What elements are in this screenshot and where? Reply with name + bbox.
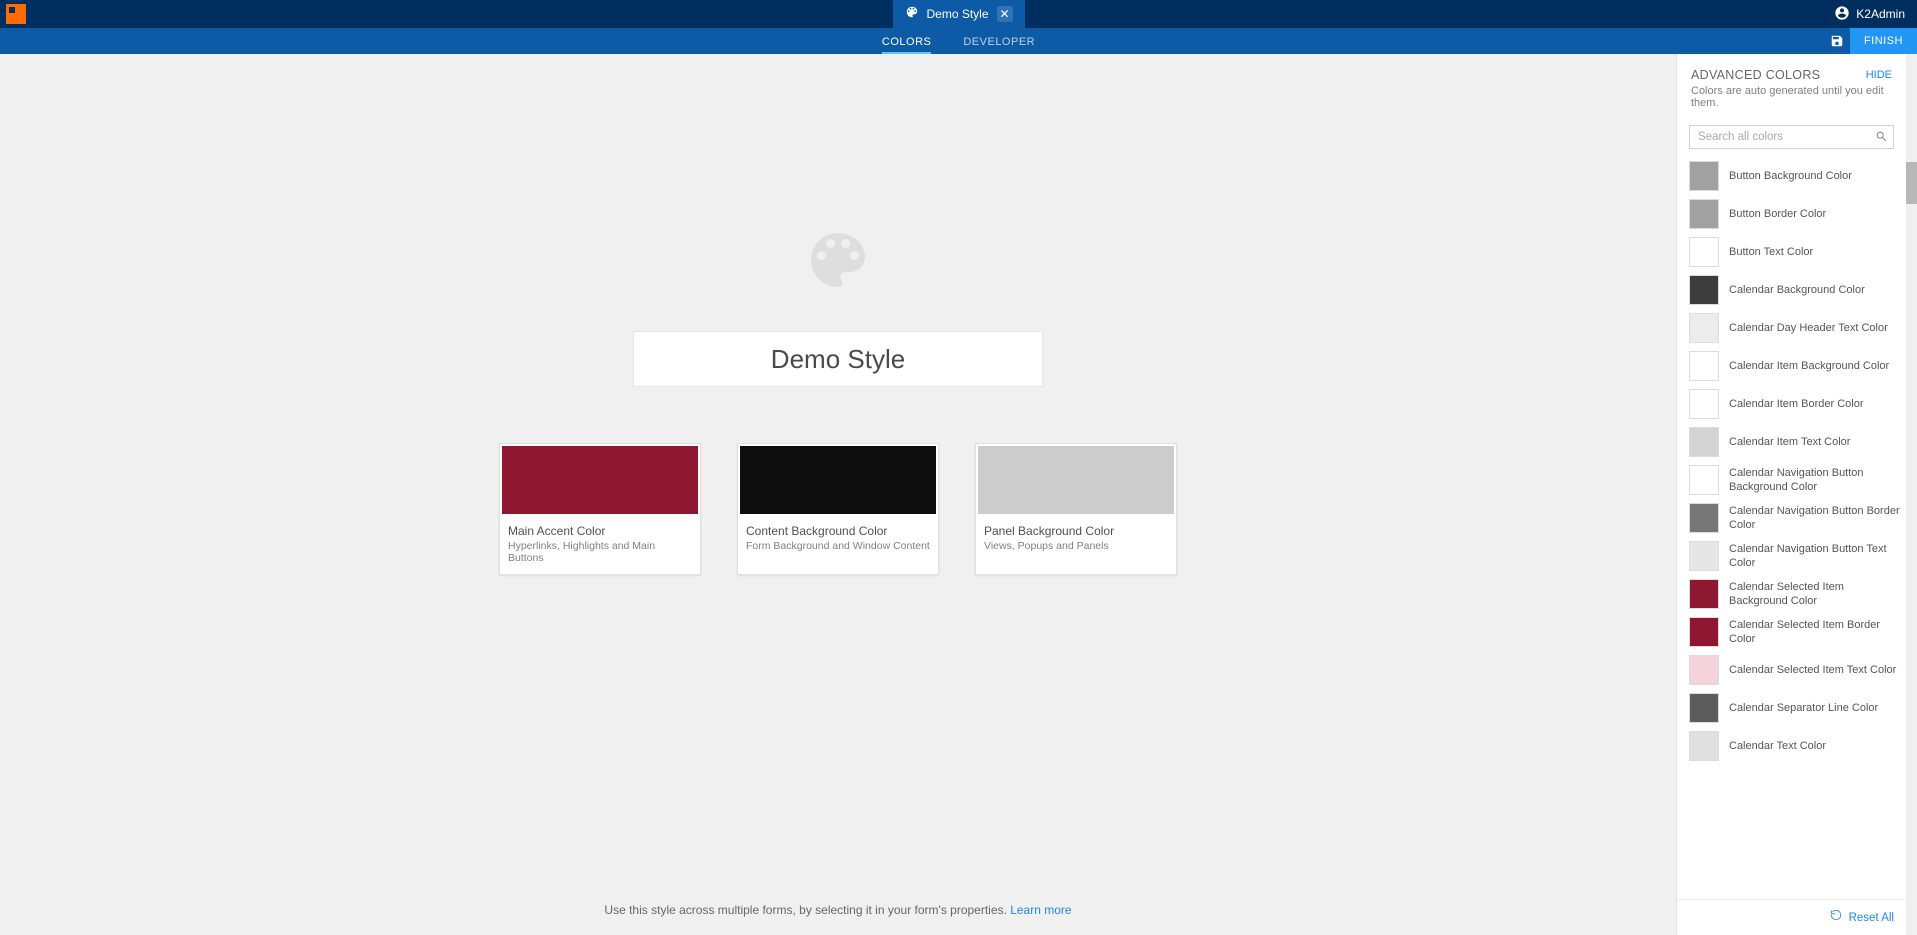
color-card[interactable]: Panel Background Color Views, Popups and … (975, 443, 1177, 575)
advanced-color-label: Calendar Selected Item Border Color (1729, 618, 1906, 647)
advanced-color-item[interactable]: Button Text Color (1689, 233, 1906, 271)
document-tab[interactable]: Demo Style ✕ (892, 0, 1024, 28)
color-swatch-small (1689, 427, 1719, 457)
sidebar-title: ADVANCED COLORS (1691, 68, 1820, 82)
advanced-color-item[interactable]: Calendar Item Background Color (1689, 347, 1906, 385)
search-icon (1875, 130, 1888, 148)
color-swatch-small (1689, 541, 1719, 571)
color-swatch-small (1689, 275, 1719, 305)
style-name-input[interactable]: Demo Style (633, 331, 1043, 387)
advanced-color-label: Calendar Item Text Color (1729, 435, 1856, 449)
scrollbar-thumb[interactable] (1906, 162, 1917, 204)
advanced-color-label: Calendar Background Color (1729, 283, 1871, 297)
learn-more-link[interactable]: Learn more (1010, 903, 1071, 917)
advanced-color-label: Button Background Color (1729, 169, 1858, 183)
advanced-color-item[interactable]: Calendar Navigation Button Background Co… (1689, 461, 1906, 499)
advanced-color-label: Calendar Navigation Button Background Co… (1729, 466, 1906, 495)
advanced-color-label: Calendar Navigation Button Border Color (1729, 504, 1906, 533)
user-icon (1834, 5, 1850, 24)
color-swatch-small (1689, 579, 1719, 609)
user-name: K2Admin (1856, 7, 1905, 21)
color-swatch-small (1689, 655, 1719, 685)
color-swatch-small (1689, 465, 1719, 495)
user-menu[interactable]: K2Admin (1834, 5, 1905, 24)
advanced-color-item[interactable]: Calendar Background Color (1689, 271, 1906, 309)
save-button[interactable] (1824, 28, 1850, 54)
color-swatch-small (1689, 313, 1719, 343)
advanced-color-item[interactable]: Calendar Selected Item Border Color (1689, 613, 1906, 651)
advanced-color-label: Calendar Day Header Text Color (1729, 321, 1894, 335)
advanced-color-label: Calendar Selected Item Text Color (1729, 663, 1902, 677)
advanced-color-item[interactable]: Calendar Selected Item Background Color (1689, 575, 1906, 613)
tab-developer[interactable]: DEVELOPER (963, 36, 1035, 54)
color-swatch-small (1689, 693, 1719, 723)
color-card[interactable]: Content Background Color Form Background … (737, 443, 939, 575)
card-subtitle: Hyperlinks, Highlights and Main Buttons (508, 540, 692, 564)
color-swatch-small (1689, 161, 1719, 191)
save-icon (1830, 34, 1844, 48)
color-swatch-small (1689, 503, 1719, 533)
card-title: Content Background Color (746, 524, 930, 538)
palette-placeholder-icon (802, 224, 874, 301)
search-input[interactable] (1689, 125, 1894, 149)
advanced-color-item[interactable]: Calendar Navigation Button Border Color (1689, 499, 1906, 537)
reset-all-button[interactable]: Reset All (1677, 899, 1906, 935)
hide-button[interactable]: HIDE (1866, 69, 1892, 81)
scrollbar[interactable] (1906, 54, 1917, 935)
color-card[interactable]: Main Accent Color Hyperlinks, Highlights … (499, 443, 701, 575)
sidebar-subtitle: Colors are auto generated until you edit… (1691, 85, 1892, 109)
advanced-color-item[interactable]: Button Background Color (1689, 157, 1906, 195)
advanced-color-label: Calendar Text Color (1729, 739, 1832, 753)
advanced-color-item[interactable]: Calendar Text Color (1689, 727, 1906, 765)
color-swatch-small (1689, 237, 1719, 267)
finish-button[interactable]: FINISH (1850, 28, 1917, 54)
color-swatch (500, 444, 700, 516)
advanced-color-label: Calendar Item Border Color (1729, 397, 1870, 411)
card-subtitle: Views, Popups and Panels (984, 540, 1168, 552)
advanced-color-label: Button Text Color (1729, 245, 1819, 259)
color-swatch-small (1689, 199, 1719, 229)
footer-hint: Use this style across multiple forms, by… (604, 903, 1071, 917)
color-swatch-small (1689, 617, 1719, 647)
advanced-color-item[interactable]: Button Border Color (1689, 195, 1906, 233)
close-icon[interactable]: ✕ (997, 6, 1013, 22)
reset-icon (1829, 908, 1843, 927)
advanced-color-item[interactable]: Calendar Item Text Color (1689, 423, 1906, 461)
advanced-color-label: Calendar Separator Line Color (1729, 701, 1884, 715)
app-logo[interactable] (6, 4, 26, 24)
advanced-color-item[interactable]: Calendar Separator Line Color (1689, 689, 1906, 727)
card-title: Panel Background Color (984, 524, 1168, 538)
advanced-color-item[interactable]: Calendar Selected Item Text Color (1689, 651, 1906, 689)
color-swatch (976, 444, 1176, 516)
card-subtitle: Form Background and Window Content (746, 540, 930, 552)
advanced-color-label: Button Border Color (1729, 207, 1832, 221)
color-swatch-small (1689, 389, 1719, 419)
advanced-color-label: Calendar Navigation Button Text Color (1729, 542, 1906, 571)
advanced-color-label: Calendar Item Background Color (1729, 359, 1895, 373)
color-swatch-small (1689, 351, 1719, 381)
card-title: Main Accent Color (508, 524, 692, 538)
color-swatch-small (1689, 731, 1719, 761)
advanced-color-item[interactable]: Calendar Navigation Button Text Color (1689, 537, 1906, 575)
tab-colors[interactable]: COLORS (882, 36, 931, 54)
advanced-color-item[interactable]: Calendar Item Border Color (1689, 385, 1906, 423)
palette-icon (904, 5, 918, 24)
advanced-color-label: Calendar Selected Item Background Color (1729, 580, 1906, 609)
advanced-color-item[interactable]: Calendar Day Header Text Color (1689, 309, 1906, 347)
color-swatch (738, 444, 938, 516)
tab-label: Demo Style (926, 7, 988, 21)
